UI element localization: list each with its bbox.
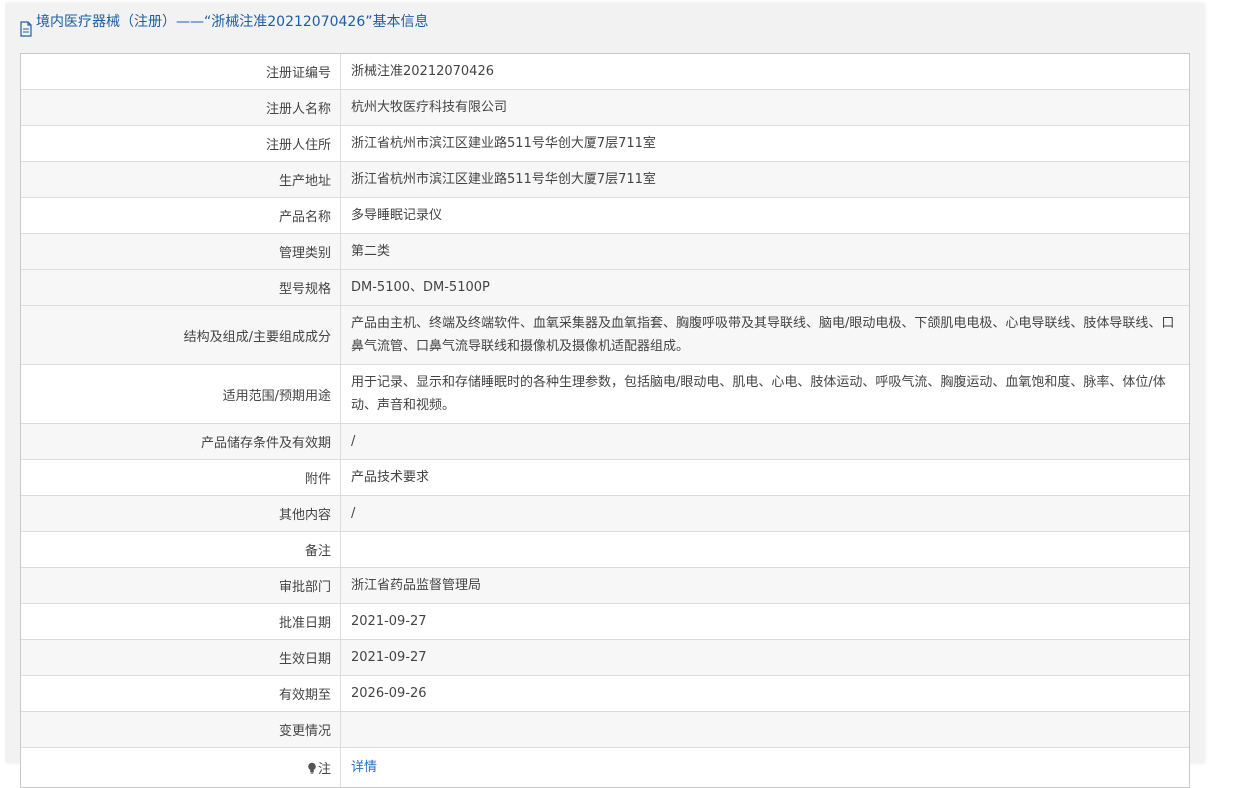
- table-row: 生效日期 2021-09-27: [21, 639, 1189, 676]
- table-row: 适用范围/预期用途 用于记录、显示和存储睡眠时的各种生理参数，包括脑电/眼动电、…: [21, 364, 1189, 424]
- table-row: 备注: [21, 531, 1189, 568]
- row-label: 管理类别: [21, 233, 341, 270]
- table-row: 产品储存条件及有效期 /: [21, 423, 1189, 460]
- info-panel: 境内医疗器械（注册）——“浙械注准20212070426”基本信息 注册证编号 …: [5, 3, 1203, 788]
- lightbulb-icon: [307, 762, 317, 774]
- row-value: 浙江省杭州市滨江区建业路511号华创大厦7层711室: [340, 125, 1189, 162]
- table-row: 结构及组成/主要组成成分 产品由主机、终端及终端软件、血氧采集器及血氧指套、胸腹…: [21, 305, 1189, 365]
- row-value: /: [340, 423, 1189, 460]
- row-value: /: [340, 495, 1189, 532]
- info-table: 注册证编号 浙械注准20212070426 注册人名称 杭州大牧医疗科技有限公司…: [20, 53, 1190, 788]
- row-value: 第二类: [340, 233, 1189, 270]
- row-value: 产品由主机、终端及终端软件、血氧采集器及血氧指套、胸腹呼吸带及其导联线、脑电/眼…: [340, 305, 1189, 365]
- table-row: 管理类别 第二类: [21, 233, 1189, 270]
- table-row: 批准日期 2021-09-27: [21, 603, 1189, 640]
- row-label: 注册人名称: [21, 89, 341, 126]
- row-value: 产品技术要求: [340, 459, 1189, 496]
- row-label: 注册人住所: [21, 125, 341, 162]
- page-title: 境内医疗器械（注册）——“浙械注准20212070426”基本信息: [36, 14, 429, 30]
- table-row: 产品名称 多导睡眠记录仪: [21, 197, 1189, 234]
- table-row: 审批部门 浙江省药品监督管理局: [21, 567, 1189, 604]
- row-label: 审批部门: [21, 567, 341, 604]
- row-label: 变更情况: [21, 711, 341, 748]
- table-row: 注册人住所 浙江省杭州市滨江区建业路511号华创大厦7层711室: [21, 125, 1189, 162]
- row-value: 杭州大牧医疗科技有限公司: [340, 89, 1189, 126]
- table-row: 附件 产品技术要求: [21, 459, 1189, 496]
- row-value: 多导睡眠记录仪: [340, 197, 1189, 234]
- row-value: 2026-09-26: [340, 675, 1189, 712]
- table-row: 型号规格 DM-5100、DM-5100P: [21, 269, 1189, 306]
- details-link[interactable]: 详情: [351, 760, 377, 775]
- table-row: 变更情况: [21, 711, 1189, 748]
- note-label-cell: 注: [21, 747, 341, 787]
- row-value: 浙江省药品监督管理局: [340, 567, 1189, 604]
- row-label: 产品名称: [21, 197, 341, 234]
- row-label: 结构及组成/主要组成成分: [21, 305, 341, 365]
- row-value: 浙江省杭州市滨江区建业路511号华创大厦7层711室: [340, 161, 1189, 198]
- row-label: 其他内容: [21, 495, 341, 532]
- row-value: [340, 711, 1189, 748]
- row-label: 备注: [21, 531, 341, 568]
- row-label: 批准日期: [21, 603, 341, 640]
- note-label: 注: [317, 762, 331, 777]
- document-icon: [19, 14, 33, 37]
- row-label: 有效期至: [21, 675, 341, 712]
- table-row: 其他内容 /: [21, 495, 1189, 532]
- row-label: 注册证编号: [21, 54, 341, 90]
- note-row: 注 详情: [21, 747, 1189, 787]
- row-value: [340, 531, 1189, 568]
- row-value: 用于记录、显示和存储睡眠时的各种生理参数，包括脑电/眼动电、肌电、心电、肢体运动…: [340, 364, 1189, 424]
- table-row: 生产地址 浙江省杭州市滨江区建业路511号华创大厦7层711室: [21, 161, 1189, 198]
- note-value-cell: 详情: [340, 747, 1189, 787]
- row-value: DM-5100、DM-5100P: [340, 269, 1189, 306]
- row-label: 生产地址: [21, 161, 341, 198]
- row-label: 型号规格: [21, 269, 341, 306]
- row-value: 2021-09-27: [340, 603, 1189, 640]
- table-row: 注册证编号 浙械注准20212070426: [21, 54, 1189, 90]
- table-row: 有效期至 2026-09-26: [21, 675, 1189, 712]
- row-value: 2021-09-27: [340, 639, 1189, 676]
- row-label: 适用范围/预期用途: [21, 364, 341, 424]
- row-label: 附件: [21, 459, 341, 496]
- row-label: 生效日期: [21, 639, 341, 676]
- table-row: 注册人名称 杭州大牧医疗科技有限公司: [21, 89, 1189, 126]
- row-value: 浙械注准20212070426: [340, 54, 1189, 90]
- row-label: 产品储存条件及有效期: [21, 423, 341, 460]
- panel-header: 境内医疗器械（注册）——“浙械注准20212070426”基本信息: [5, 3, 1203, 41]
